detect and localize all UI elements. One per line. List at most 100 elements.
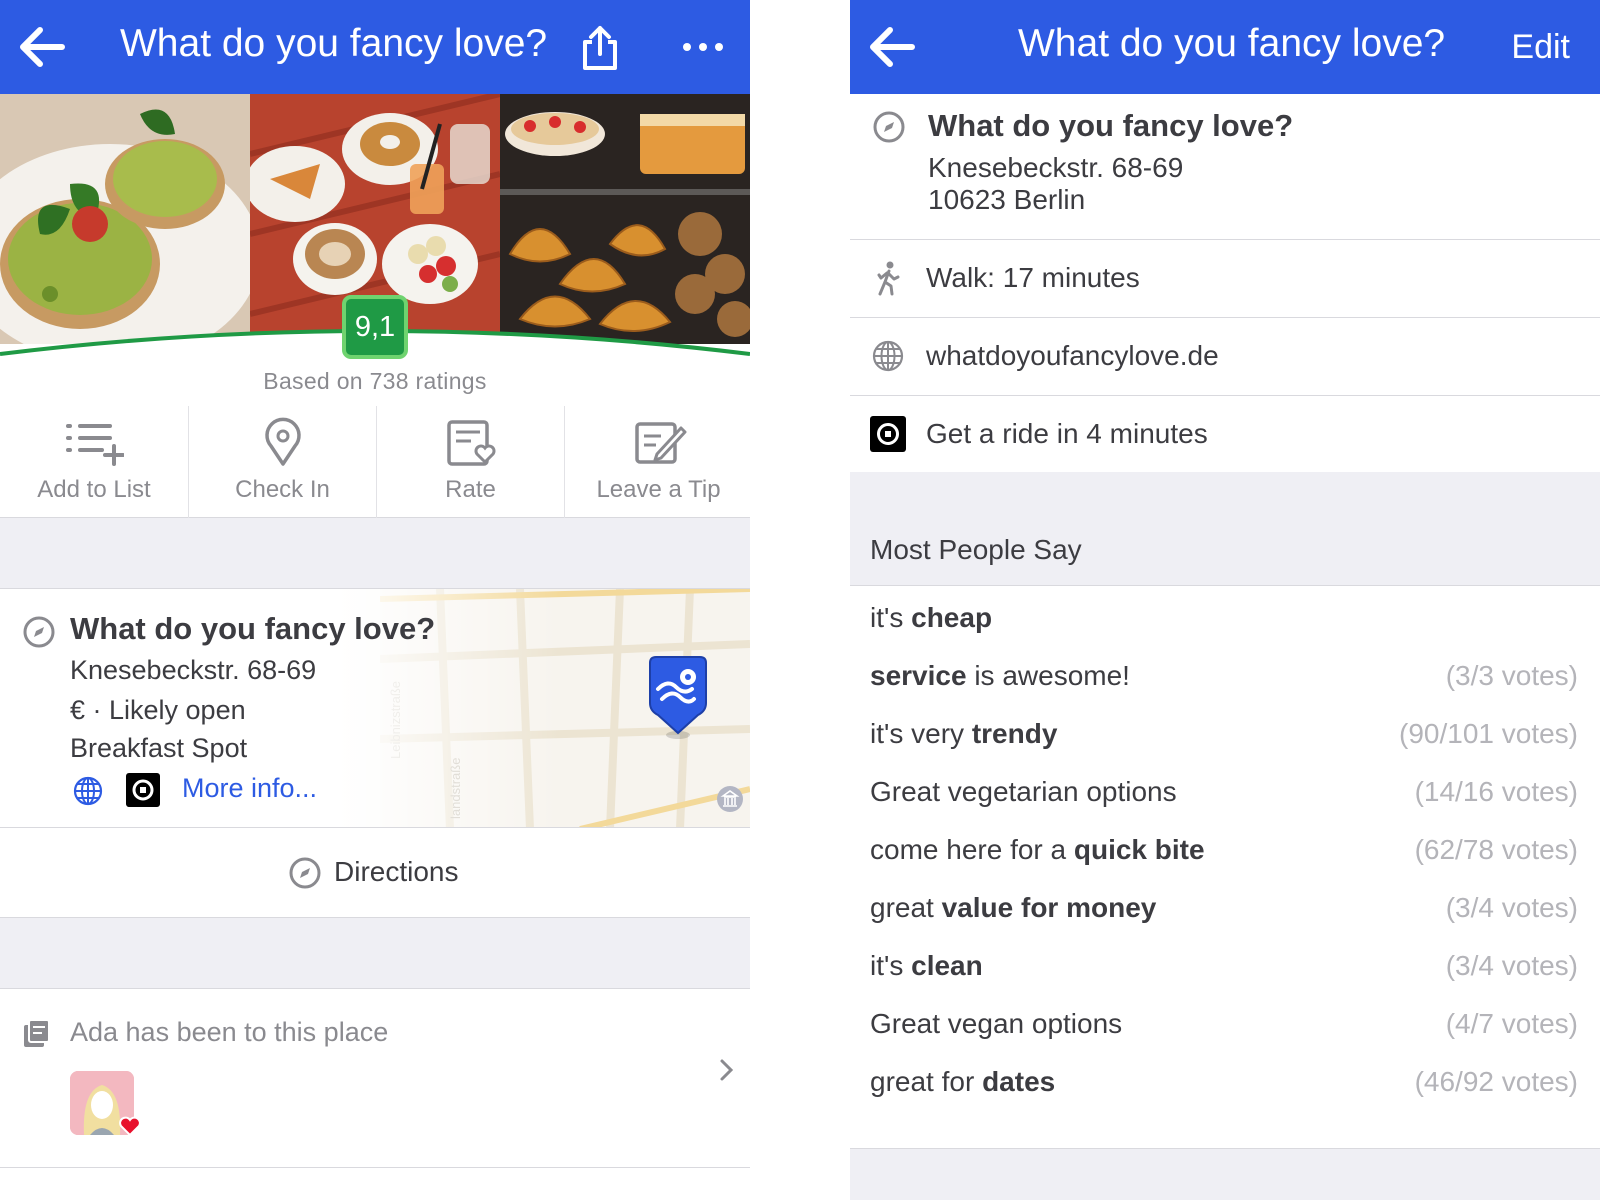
tip-text-highlight: value for money — [941, 892, 1157, 923]
venue-address: Knesebeckstr. 68-69 — [70, 655, 317, 685]
museum-icon — [717, 786, 743, 812]
tip-text-plain: is awesome! — [966, 660, 1130, 691]
heart-icon — [119, 1116, 141, 1137]
walk-icon — [877, 261, 900, 296]
map-pin-icon[interactable] — [644, 655, 712, 741]
tip-item[interactable]: service is awesome! (3/3 votes) — [850, 652, 1600, 710]
venue-address-card: What do you fancy love? Knesebeckstr. 68… — [850, 94, 1600, 240]
ride-row[interactable]: Get a ride in 4 minutes — [850, 396, 1600, 474]
check-in-button[interactable]: Check In — [188, 406, 376, 518]
venue-info-card[interactable]: Leibnizstraße landstraße What do you fan… — [0, 588, 750, 828]
website-row[interactable]: whatdoyoufancylove.de — [850, 318, 1600, 396]
photo-avocado-toast[interactable] — [0, 94, 250, 344]
tip-item[interactable]: it's clean (3/4 votes) — [850, 942, 1600, 1000]
section-header: Most People Say — [850, 472, 1600, 586]
tip-text: great value for money — [870, 892, 1156, 924]
tip-text-plain: it's — [870, 950, 912, 981]
page-title: What do you fancy love? — [120, 22, 548, 65]
walk-row[interactable]: Walk: 17 minutes — [850, 240, 1600, 318]
action-bar: Add to List Check In Rate Leave a Tip — [0, 406, 750, 518]
rate-button[interactable]: Rate — [376, 406, 564, 518]
document-icon — [24, 1019, 50, 1047]
navigation-bar: What do you fancy love? Edit — [850, 0, 1600, 94]
venue-screen-left: What do you fancy love? 9,1 Based on 738… — [0, 0, 750, 1200]
tip-votes: (3/4 votes) — [1445, 950, 1578, 981]
website-link: whatdoyoufancylove.de — [926, 340, 1219, 371]
navigation-bar: What do you fancy love? — [0, 0, 750, 94]
tip-text-plain: great — [870, 892, 942, 923]
section-spacer — [0, 518, 750, 588]
back-arrow-icon[interactable] — [868, 24, 916, 70]
tip-item[interactable]: great value for money (3/4 votes) — [850, 884, 1600, 942]
ride-label: Get a ride in 4 minutes — [926, 418, 1208, 449]
leave-tip-icon — [634, 422, 686, 464]
tip-text-plain: it's very — [870, 718, 972, 749]
tip-votes: (14/16 votes) — [1414, 776, 1578, 807]
share-icon[interactable] — [576, 24, 624, 72]
uber-icon[interactable] — [126, 773, 160, 807]
venue-address-line2: 10623 Berlin — [928, 184, 1086, 215]
venue-category: Breakfast Spot — [70, 733, 248, 763]
check-in-label: Check In — [235, 476, 330, 503]
photo-pastry-counter[interactable] — [500, 94, 750, 344]
tip-text-plain: Great vegan options — [870, 1008, 1123, 1039]
check-in-icon — [264, 417, 301, 466]
back-arrow-icon[interactable] — [18, 24, 66, 70]
tip-text-highlight: quick bite — [1073, 834, 1205, 865]
tip-text: it's very trendy — [870, 718, 1057, 750]
directions-button[interactable]: Directions — [0, 828, 750, 918]
friends-visited-row[interactable]: Ada has been to this place — [0, 988, 750, 1168]
tip-text-plain: Great vegetarian options — [870, 776, 1177, 807]
chevron-right-icon[interactable] — [718, 1055, 736, 1085]
tip-text-highlight: clean — [911, 950, 983, 981]
globe-icon[interactable] — [72, 775, 104, 807]
edit-button[interactable]: Edit — [1511, 28, 1570, 67]
tip-item[interactable]: Great vegan options (4/7 votes) — [850, 1000, 1600, 1058]
venue-name: What do you fancy love? — [928, 108, 1294, 143]
tip-votes: (3/3 votes) — [1445, 660, 1578, 691]
tip-item[interactable]: it's cheap — [850, 594, 1600, 652]
add-to-list-button[interactable]: Add to List — [0, 406, 188, 518]
tip-item[interactable]: great for dates (46/92 votes) — [850, 1058, 1600, 1116]
rating-score-badge[interactable]: 9,1 — [342, 295, 408, 359]
tip-votes: (4/7 votes) — [1445, 1008, 1578, 1039]
compass-icon — [289, 857, 321, 889]
venue-name: What do you fancy love? — [70, 611, 436, 646]
uber-icon — [870, 416, 906, 452]
tip-text-highlight: service — [870, 660, 967, 691]
venue-price-status: € · Likely open — [70, 695, 246, 725]
leave-tip-button[interactable]: Leave a Tip — [564, 406, 750, 518]
tip-text-plain: great for — [870, 1066, 983, 1097]
tip-votes: (46/92 votes) — [1414, 1066, 1578, 1097]
tip-text-highlight: cheap — [911, 602, 993, 633]
ratings-count: Based on 738 ratings — [263, 368, 487, 394]
globe-icon — [872, 340, 904, 372]
tip-item[interactable]: it's very trendy (90/101 votes) — [850, 710, 1600, 768]
more-info-link[interactable]: More info... — [182, 773, 317, 804]
tip-text: come here for a quick bite — [870, 834, 1205, 866]
tip-text: it's cheap — [870, 602, 992, 634]
venue-details-screen-right: What do you fancy love? Edit What do you… — [850, 0, 1600, 1200]
leave-tip-label: Leave a Tip — [596, 476, 721, 503]
compass-icon — [873, 111, 905, 143]
more-icon[interactable] — [680, 40, 726, 54]
tip-votes: (62/78 votes) — [1414, 834, 1578, 865]
tip-item[interactable]: come here for a quick bite (62/78 votes) — [850, 826, 1600, 884]
tip-text: great for dates — [870, 1066, 1055, 1098]
tip-text-plain: it's — [870, 602, 912, 633]
walk-label: Walk: 17 minutes — [926, 262, 1140, 293]
directions-label: Directions — [334, 856, 459, 887]
venue-address-line1: Knesebeckstr. 68-69 — [928, 152, 1184, 183]
tip-text: Great vegetarian options — [870, 776, 1177, 808]
rate-icon — [446, 420, 495, 466]
section-title: Most People Say — [870, 534, 1082, 565]
add-to-list-icon — [66, 424, 124, 466]
tip-text: Great vegan options — [870, 1008, 1122, 1040]
tip-text: it's clean — [870, 950, 983, 982]
tip-text-plain: come here for a — [870, 834, 1074, 865]
section-spacer — [0, 918, 750, 988]
tip-item[interactable]: Great vegetarian options (14/16 votes) — [850, 768, 1600, 826]
friends-visited-label: Ada has been to this place — [70, 1017, 389, 1047]
tip-text-highlight: trendy — [971, 718, 1058, 749]
compass-icon — [23, 616, 55, 648]
